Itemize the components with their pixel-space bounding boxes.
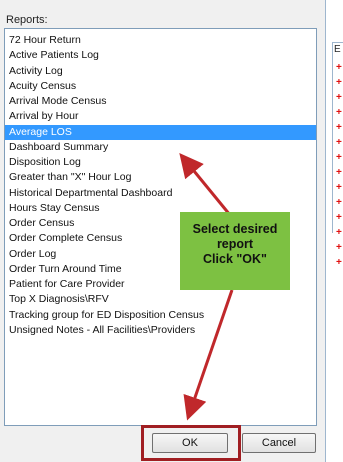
callout-line-2: report <box>216 237 254 251</box>
callout-line-3: Click "OK" <box>203 252 267 266</box>
arrow-to-selected-report <box>179 153 232 216</box>
instruction-callout: Select desired report Click "OK" <box>180 212 290 290</box>
callout-line-1: Select desired <box>192 222 278 236</box>
annotation-arrows <box>179 153 234 421</box>
arrow-to-ok-button <box>183 289 234 421</box>
